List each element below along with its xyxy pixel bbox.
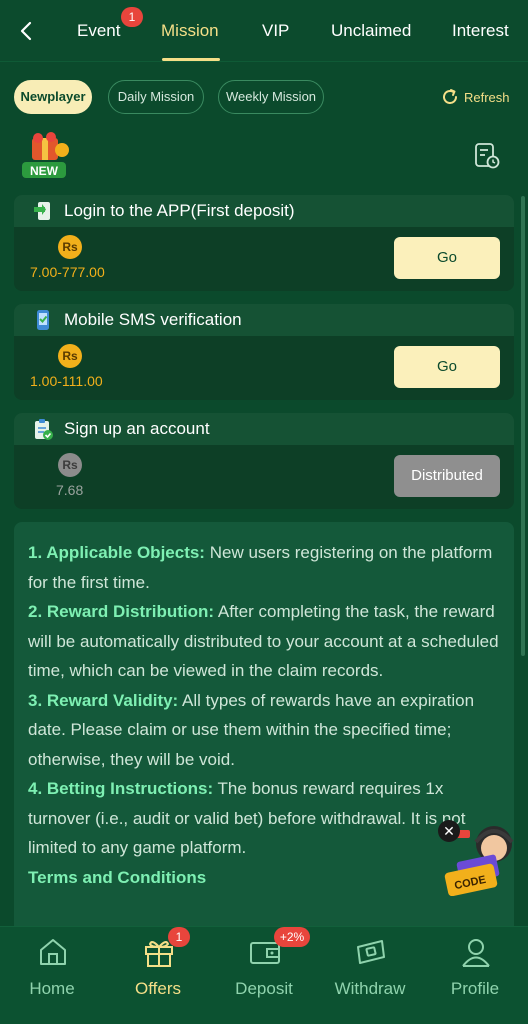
active-tab-indicator xyxy=(162,58,220,61)
new-gift-icon: NEW xyxy=(22,132,69,178)
task-card-sms: Mobile SMS verification Rs 1.00-111.00 G… xyxy=(14,304,514,400)
offers-badge: 1 xyxy=(168,927,190,947)
filter-newplayer[interactable]: Newplayer xyxy=(14,80,92,114)
task-card-signup: Sign up an account Rs 7.68 Distributed xyxy=(14,413,514,509)
rupee-coin-icon: Rs xyxy=(58,235,82,259)
deposit-bonus-badge: +2% xyxy=(274,927,310,947)
promo-close-icon[interactable]: ✕ xyxy=(438,820,460,842)
event-badge: 1 xyxy=(121,7,143,27)
rule-heading: 2. Reward Distribution: xyxy=(28,602,215,621)
tab-mission[interactable]: Mission xyxy=(161,21,219,41)
nav-label: Withdraw xyxy=(334,979,406,998)
rule-heading: 3. Reward Validity: xyxy=(28,690,179,710)
task-reward-amount: 7.00-777.00 xyxy=(30,264,105,280)
rule-item: 2. Reward Distribution: After completing… xyxy=(28,597,500,686)
nav-label: Profile xyxy=(450,979,500,998)
rule-item: 1. Applicable Objects: New users registe… xyxy=(28,538,500,597)
new-badge-text: NEW xyxy=(30,164,59,178)
login-app-icon xyxy=(34,202,50,220)
nav-label: Home xyxy=(29,979,75,998)
nav-deposit[interactable]: Deposit +2% xyxy=(216,927,312,1024)
task-title: Mobile SMS verification xyxy=(64,310,242,329)
rupee-coin-icon: Rs xyxy=(58,344,82,368)
scrollbar[interactable] xyxy=(521,196,525,656)
task-card-login: Login to the APP(First deposit) Rs 7.00-… xyxy=(14,195,514,291)
top-tab-bar: Event 1 Mission VIP Unclaimed Interest xyxy=(0,0,528,62)
refresh-label: Refresh xyxy=(464,89,510,105)
nav-label: Offers xyxy=(135,979,181,998)
task-title: Sign up an account xyxy=(64,419,210,438)
refresh-button[interactable]: Refresh xyxy=(440,86,510,108)
clipboard-icon xyxy=(35,419,53,440)
profile-icon xyxy=(462,939,490,967)
back-arrow-icon[interactable] xyxy=(14,18,40,44)
tab-unclaimed[interactable]: Unclaimed xyxy=(331,21,411,41)
nav-profile[interactable]: Profile xyxy=(427,927,523,1024)
distributed-button: Distributed xyxy=(394,455,500,497)
tab-event[interactable]: Event xyxy=(77,21,120,41)
mobile-phone-icon xyxy=(37,310,49,330)
bottom-navigation: Home Offers 1 Deposit +2% Withdraw Profi… xyxy=(0,926,528,1024)
nav-offers[interactable]: Offers 1 xyxy=(110,927,206,1024)
tab-interest[interactable]: Interest xyxy=(452,21,509,41)
task-card-header: Login to the APP(First deposit) xyxy=(14,195,514,227)
rupee-coin-icon: Rs xyxy=(58,453,82,477)
nav-withdraw[interactable]: Withdraw xyxy=(322,927,418,1024)
nav-home[interactable]: Home xyxy=(4,927,100,1024)
record-document-icon[interactable] xyxy=(474,142,500,170)
rule-heading: 1. Applicable Objects: xyxy=(28,543,205,562)
rule-heading: 4. Betting Instructions: xyxy=(28,779,214,798)
go-button-sms[interactable]: Go xyxy=(394,346,500,388)
nav-label: Deposit xyxy=(235,979,293,998)
rule-item: 3. Reward Validity: All types of rewards… xyxy=(28,686,500,775)
filter-weekly-mission[interactable]: Weekly Mission xyxy=(218,80,324,114)
terms-and-conditions-link[interactable]: Terms and Conditions xyxy=(28,863,500,893)
task-reward-amount: 1.00-111.00 xyxy=(30,373,103,389)
filter-daily-mission[interactable]: Daily Mission xyxy=(108,80,204,114)
refresh-icon xyxy=(443,89,457,104)
task-card-header: Sign up an account xyxy=(14,413,514,445)
task-title: Login to the APP(First deposit) xyxy=(64,201,295,220)
task-reward-amount: 7.68 xyxy=(56,482,84,498)
task-card-header: Mobile SMS verification xyxy=(14,304,514,336)
tab-vip[interactable]: VIP xyxy=(262,21,289,41)
withdraw-icon xyxy=(357,940,385,964)
home-icon xyxy=(40,939,66,965)
go-button-login[interactable]: Go xyxy=(394,237,500,279)
rule-item: 4. Betting Instructions: The bonus rewar… xyxy=(28,774,500,863)
